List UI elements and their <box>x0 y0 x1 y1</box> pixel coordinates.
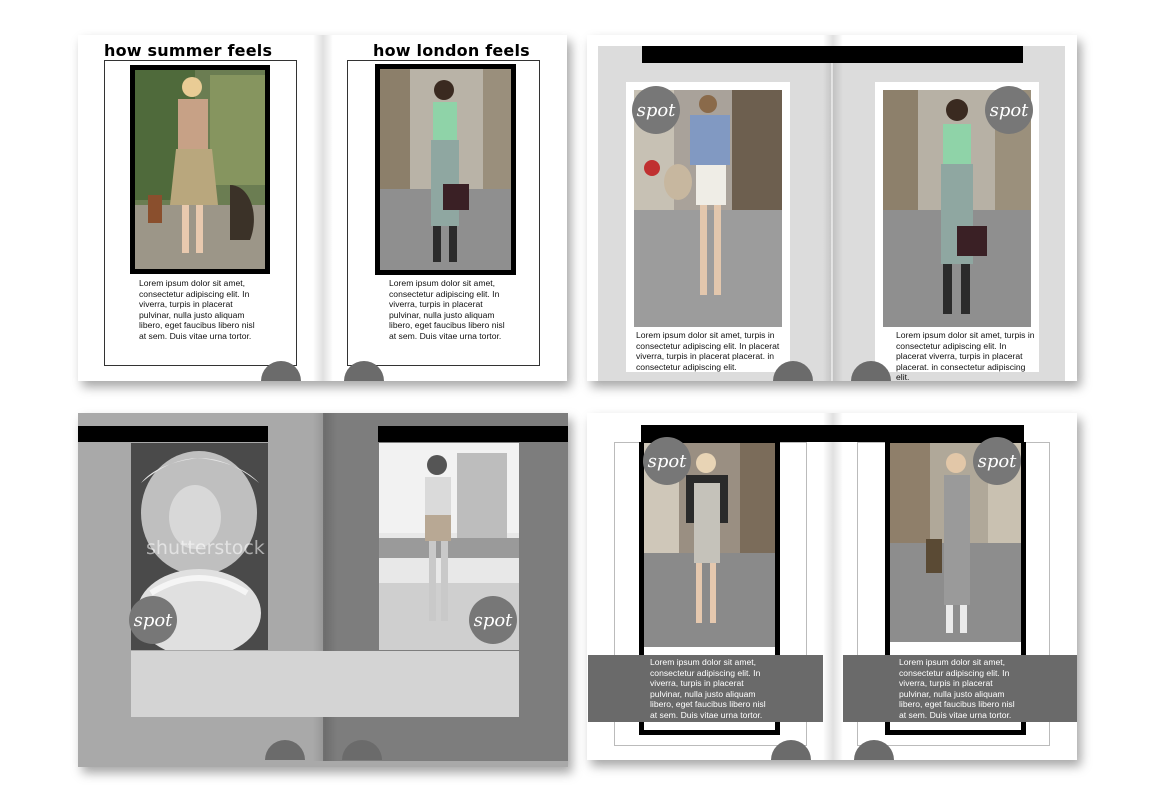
spread-1-right-folio <box>344 361 384 381</box>
spread-2-left-spot-badge: spot <box>632 86 680 134</box>
spread-2-right-spot-badge: spot <box>985 86 1033 134</box>
spread-2-left-body: Lorem ipsum dolor sit amet, turpis in co… <box>636 330 780 372</box>
spread-1-right-body: Lorem ipsum dolor sit amet, consectetur … <box>389 278 505 341</box>
spread-4-left-folio <box>771 740 811 760</box>
spread-4-left-spot-badge: spot <box>643 437 691 485</box>
spread-4-left-body: Lorem ipsum dolor sit amet, consectetur … <box>650 657 766 720</box>
spread-2-left-folio <box>773 361 813 381</box>
spread-3-caption-box <box>131 651 519 717</box>
spread-2-right-folio <box>851 361 891 381</box>
spread-1-left-body: Lorem ipsum dolor sit amet, consectetur … <box>139 278 255 341</box>
spread-1-left-photo <box>130 65 270 274</box>
spread-1-right-photo <box>375 64 516 275</box>
spread-4-top-bar <box>641 425 1024 442</box>
spread-1-gutter <box>313 35 333 381</box>
spread-3-left-spot-badge: spot <box>129 596 177 644</box>
spread-4-right-folio <box>854 740 894 760</box>
spread-3-left-top-bar <box>78 426 268 442</box>
spread-3-right-spot-badge: spot <box>469 596 517 644</box>
spread-1-left-heading: how summer feels <box>104 41 273 60</box>
spread-2-right-body: Lorem ipsum dolor sit amet, turpis in co… <box>896 330 1035 383</box>
spread-4-right-body: Lorem ipsum dolor sit amet, consectetur … <box>899 657 1015 720</box>
spread-3-right-top-bar <box>378 426 568 442</box>
spread-2-top-bar <box>642 46 1023 63</box>
spread-2-gutter <box>823 35 843 381</box>
spread-1-right-heading: how london feels <box>373 41 530 60</box>
spread-4-gutter <box>823 413 843 760</box>
spread-4-right-spot-badge: spot <box>973 437 1021 485</box>
spread-1-left-folio <box>261 361 301 381</box>
spread-3-watermark: shutterstock <box>146 537 265 559</box>
